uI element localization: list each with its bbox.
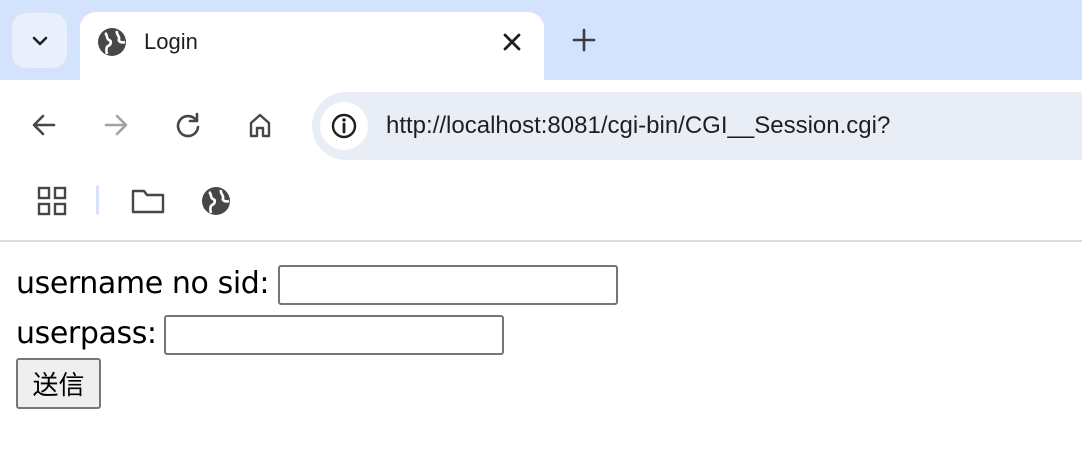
userpass-label: userpass: (16, 316, 157, 351)
address-bar[interactable]: http://localhost:8081/cgi-bin/CGI__Sessi… (312, 92, 1082, 160)
submit-button[interactable]: 送信 (16, 358, 101, 409)
tab-search-button[interactable] (12, 13, 67, 68)
username-label: username no sid: (16, 266, 270, 301)
username-row: username no sid: (16, 264, 270, 304)
url-text[interactable]: http://localhost:8081/cgi-bin/CGI__Sessi… (386, 110, 890, 142)
plus-icon (572, 28, 596, 52)
apps-grid-icon (37, 186, 67, 216)
new-tab-button[interactable] (566, 22, 602, 58)
forward-button[interactable] (98, 107, 134, 143)
userpass-input[interactable] (164, 315, 504, 355)
bookmarks-separator (96, 185, 99, 215)
home-button[interactable] (242, 107, 278, 143)
reload-button[interactable] (170, 107, 206, 143)
back-button[interactable] (26, 107, 62, 143)
info-icon (331, 113, 357, 139)
arrow-right-icon (104, 114, 128, 136)
chevron-down-icon (32, 36, 47, 45)
folder-icon (131, 189, 165, 214)
active-tab[interactable]: Login (80, 12, 544, 82)
username-input[interactable] (278, 265, 618, 305)
bookmark-site[interactable] (196, 183, 236, 219)
userpass-row: userpass: (16, 314, 157, 354)
globe-icon (98, 28, 126, 56)
bookmarks-bar (0, 172, 1082, 242)
site-info-button[interactable] (320, 102, 368, 150)
bookmark-folder[interactable] (128, 183, 168, 219)
close-icon (503, 33, 521, 51)
tab-title: Login (144, 29, 198, 54)
tab-close-button[interactable] (498, 28, 526, 56)
apps-button[interactable] (32, 183, 72, 219)
tab-strip: Login (0, 0, 1082, 82)
globe-icon (202, 187, 230, 215)
reload-icon (176, 112, 200, 138)
arrow-left-icon (32, 114, 56, 136)
browser-toolbar: http://localhost:8081/cgi-bin/CGI__Sessi… (0, 80, 1082, 172)
home-icon (249, 113, 271, 138)
